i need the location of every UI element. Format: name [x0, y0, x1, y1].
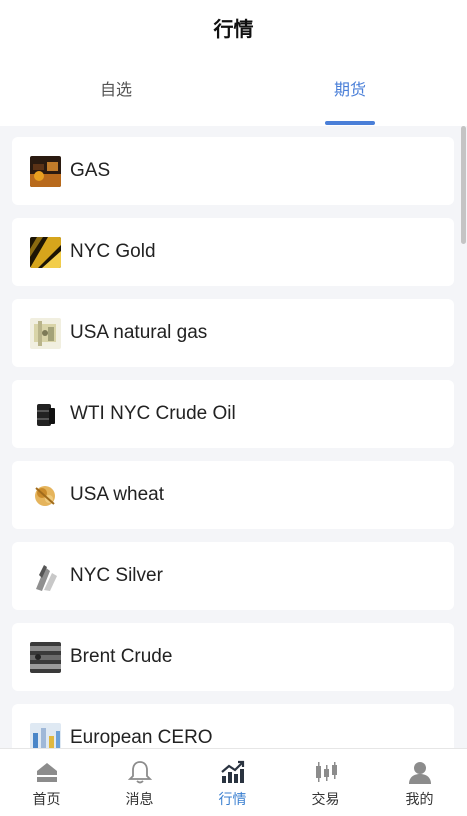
item-name: NYC Gold: [70, 241, 156, 262]
futures-list[interactable]: GAS NYC Gold USA natural gas WTI NYC Cru…: [0, 126, 467, 748]
item-name: European CERO: [70, 727, 213, 748]
gold-thumbnail: [30, 237, 61, 268]
list-item[interactable]: NYC Gold: [12, 218, 454, 286]
list-item[interactable]: European CERO: [12, 704, 454, 748]
gas-thumbnail: [30, 156, 61, 187]
list-item[interactable]: WTI NYC Crude Oil: [12, 380, 454, 448]
nav-label: 交易: [311, 791, 340, 807]
user-icon: [407, 759, 433, 785]
item-name: NYC Silver: [70, 565, 163, 586]
nav-home[interactable]: 首页: [0, 749, 93, 816]
home-icon: [34, 759, 60, 785]
bottom-navigation: 首页 消息 行情 交易 我的: [0, 748, 467, 816]
item-name: USA wheat: [70, 484, 164, 505]
tab-futures[interactable]: 期货: [290, 76, 410, 100]
nav-market[interactable]: 行情: [186, 749, 279, 816]
page-title: 行情: [213, 19, 254, 41]
list-item[interactable]: NYC Silver: [12, 542, 454, 610]
top-bar: 行情 自选 期货: [0, 0, 467, 126]
nav-label: 行情: [218, 791, 247, 807]
nav-profile[interactable]: 我的: [373, 749, 466, 816]
item-name: USA natural gas: [70, 322, 208, 343]
item-name: GAS: [70, 160, 111, 181]
nav-label: 我的: [405, 791, 434, 807]
active-tab-indicator: [325, 121, 375, 125]
item-name: WTI NYC Crude Oil: [70, 403, 236, 424]
wheat-thumbnail: [30, 480, 61, 511]
chart-icon: [220, 759, 246, 785]
bell-icon: [127, 759, 153, 785]
cero-thumbnail: [30, 723, 61, 748]
silver-thumbnail: [30, 561, 61, 592]
nav-messages[interactable]: 消息: [93, 749, 186, 816]
list-item[interactable]: USA wheat: [12, 461, 454, 529]
nav-trade[interactable]: 交易: [279, 749, 372, 816]
list-item[interactable]: Brent Crude: [12, 623, 454, 691]
list-item[interactable]: GAS: [12, 137, 454, 205]
nav-label: 首页: [32, 791, 61, 807]
candlestick-icon: [313, 759, 339, 785]
list-item[interactable]: USA natural gas: [12, 299, 454, 367]
natural-gas-thumbnail: [30, 318, 61, 349]
list-scrollbar[interactable]: [461, 126, 466, 244]
nav-label: 消息: [125, 791, 154, 807]
brent-crude-thumbnail: [30, 642, 61, 673]
tab-watchlist[interactable]: 自选: [56, 76, 176, 100]
crude-oil-thumbnail: [30, 399, 61, 430]
item-name: Brent Crude: [70, 646, 173, 667]
